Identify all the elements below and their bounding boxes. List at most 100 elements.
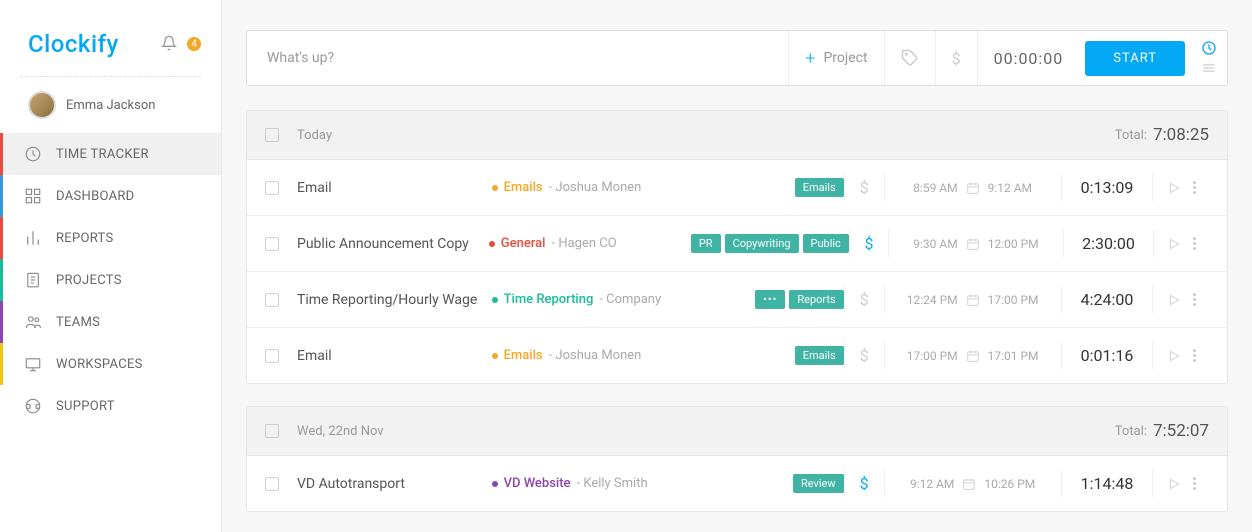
entry-times[interactable]: 9:30 AM12:00 PM xyxy=(889,237,1063,251)
more-tags-button[interactable]: ••• xyxy=(755,290,785,309)
project-name: Emails xyxy=(504,348,543,363)
continue-button[interactable] xyxy=(1167,477,1181,491)
end-time: 10:26 PM xyxy=(984,477,1035,491)
entry-times[interactable]: 17:00 PM17:01 PM xyxy=(885,349,1061,363)
project-name: Emails xyxy=(504,180,543,195)
nav-stripe xyxy=(0,301,3,343)
continue-button[interactable] xyxy=(1167,237,1181,251)
entry-menu-button[interactable] xyxy=(1193,181,1196,194)
tag[interactable]: Review xyxy=(793,474,844,493)
entry-project[interactable]: Time Reporting - Company xyxy=(492,292,705,307)
entry-menu-button[interactable] xyxy=(1193,237,1196,250)
entry-duration[interactable]: 2:30:00 xyxy=(1063,230,1155,257)
time-entry-row: Public Announcement CopyGeneral - Hagen … xyxy=(247,216,1227,272)
billable-toggle[interactable]: $ xyxy=(849,230,889,257)
project-dot xyxy=(492,353,498,359)
project-client: - Joshua Monen xyxy=(549,348,642,363)
timer-mode-icon[interactable] xyxy=(1201,40,1217,56)
entry-description[interactable]: Email xyxy=(297,348,492,364)
entry-menu-button[interactable] xyxy=(1193,349,1196,362)
sidebar-item-time-tracker[interactable]: TIME TRACKER xyxy=(0,133,221,175)
sidebar-item-reports[interactable]: REPORTS xyxy=(0,217,221,259)
entry-project[interactable]: General - Hagen CO xyxy=(489,236,699,251)
entry-checkbox[interactable] xyxy=(265,477,279,491)
tag[interactable]: Copywriting xyxy=(725,234,799,253)
entry-actions xyxy=(1153,181,1209,195)
continue-button[interactable] xyxy=(1167,293,1181,307)
entry-description[interactable]: Email xyxy=(297,180,492,196)
project-name: VD Website xyxy=(504,476,571,491)
project-dot xyxy=(492,185,498,191)
time-entry-row: EmailEmails - Joshua MonenEmails$8:59 AM… xyxy=(247,160,1227,216)
entry-menu-button[interactable] xyxy=(1193,293,1196,306)
manual-mode-icon[interactable] xyxy=(1201,60,1217,76)
project-name: General xyxy=(501,236,546,251)
day-header: TodayTotal: 7:08:25 xyxy=(247,111,1227,160)
nav-icon xyxy=(24,355,42,373)
nav-icon xyxy=(24,229,42,247)
billable-toggle[interactable]: $ xyxy=(844,174,885,201)
tag-picker[interactable] xyxy=(884,31,935,85)
time-entry-row: EmailEmails - Joshua MonenEmails$17:00 P… xyxy=(247,328,1227,383)
entry-duration[interactable]: 0:01:16 xyxy=(1061,342,1154,369)
entry-checkbox[interactable] xyxy=(265,237,279,251)
start-time: 8:59 AM xyxy=(913,181,957,195)
entry-project[interactable]: VD Website - Kelly Smith xyxy=(492,476,705,491)
sidebar-item-teams[interactable]: TEAMS xyxy=(0,301,221,343)
nav-icon xyxy=(24,313,42,331)
day-total-value: 7:52:07 xyxy=(1153,421,1209,441)
sidebar-item-workspaces[interactable]: WORKSPACES xyxy=(0,343,221,385)
entry-checkbox[interactable] xyxy=(265,349,279,363)
entry-duration[interactable]: 4:24:00 xyxy=(1061,286,1154,313)
tag[interactable]: Reports xyxy=(789,290,843,309)
sidebar-item-projects[interactable]: PROJECTS xyxy=(0,259,221,301)
select-all-checkbox[interactable] xyxy=(265,424,279,438)
tag[interactable]: Emails xyxy=(795,346,844,365)
entry-times[interactable]: 8:59 AM9:12 AM xyxy=(885,181,1061,195)
start-button[interactable]: START xyxy=(1085,41,1185,76)
entry-checkbox[interactable] xyxy=(265,181,279,195)
tag-icon xyxy=(901,49,919,67)
entry-tags: Review xyxy=(705,474,844,493)
divider xyxy=(20,76,201,77)
description-input[interactable]: What's up? xyxy=(247,50,788,66)
day-group: Wed, 22nd NovTotal: 7:52:07 VD Autotransp… xyxy=(246,406,1228,512)
tag[interactable]: Emails xyxy=(795,178,844,197)
billable-toggle[interactable]: $ xyxy=(844,286,885,313)
project-dot xyxy=(492,297,498,303)
project-picker[interactable]: + Project xyxy=(788,31,883,85)
entry-project[interactable]: Emails - Joshua Monen xyxy=(492,180,705,195)
billable-toggle[interactable]: $ xyxy=(935,31,977,85)
day-header: Wed, 22nd NovTotal: 7:52:07 xyxy=(247,407,1227,456)
tag[interactable]: PR xyxy=(691,234,721,253)
billable-toggle[interactable]: $ xyxy=(844,342,885,369)
nav-stripe xyxy=(0,175,3,217)
end-time: 12:00 PM xyxy=(988,237,1039,251)
sidebar-item-support[interactable]: SUPPORT xyxy=(0,385,221,427)
project-name: Time Reporting xyxy=(504,292,594,307)
entry-times[interactable]: 9:12 AM10:26 PM xyxy=(885,477,1061,491)
notifications-bell-icon[interactable] xyxy=(161,35,179,53)
entry-description[interactable]: Time Reporting/Hourly Wage xyxy=(297,292,492,308)
entry-times[interactable]: 12:24 PM17:00 PM xyxy=(885,293,1061,307)
end-time: 17:00 PM xyxy=(988,293,1039,307)
tag[interactable]: Public xyxy=(803,234,849,253)
timer-display[interactable]: 00:00:00 xyxy=(977,31,1080,85)
entry-checkbox[interactable] xyxy=(265,293,279,307)
entry-menu-button[interactable] xyxy=(1193,477,1196,490)
notification-count-badge[interactable]: 4 xyxy=(187,37,201,51)
entry-description[interactable]: Public Announcement Copy xyxy=(297,236,489,252)
user-profile[interactable]: Emma Jackson xyxy=(0,91,221,133)
entry-duration[interactable]: 0:13:09 xyxy=(1061,174,1154,201)
nav-icon xyxy=(24,397,42,415)
select-all-checkbox[interactable] xyxy=(265,128,279,142)
continue-button[interactable] xyxy=(1167,181,1181,195)
nav-stripe xyxy=(0,385,3,427)
entry-project[interactable]: Emails - Joshua Monen xyxy=(492,348,705,363)
billable-toggle[interactable]: $ xyxy=(844,470,885,497)
nav-icon xyxy=(24,187,42,205)
entry-duration[interactable]: 1:14:48 xyxy=(1061,470,1154,497)
sidebar-item-dashboard[interactable]: DASHBOARD xyxy=(0,175,221,217)
continue-button[interactable] xyxy=(1167,349,1181,363)
entry-description[interactable]: VD Autotransport xyxy=(297,476,492,492)
